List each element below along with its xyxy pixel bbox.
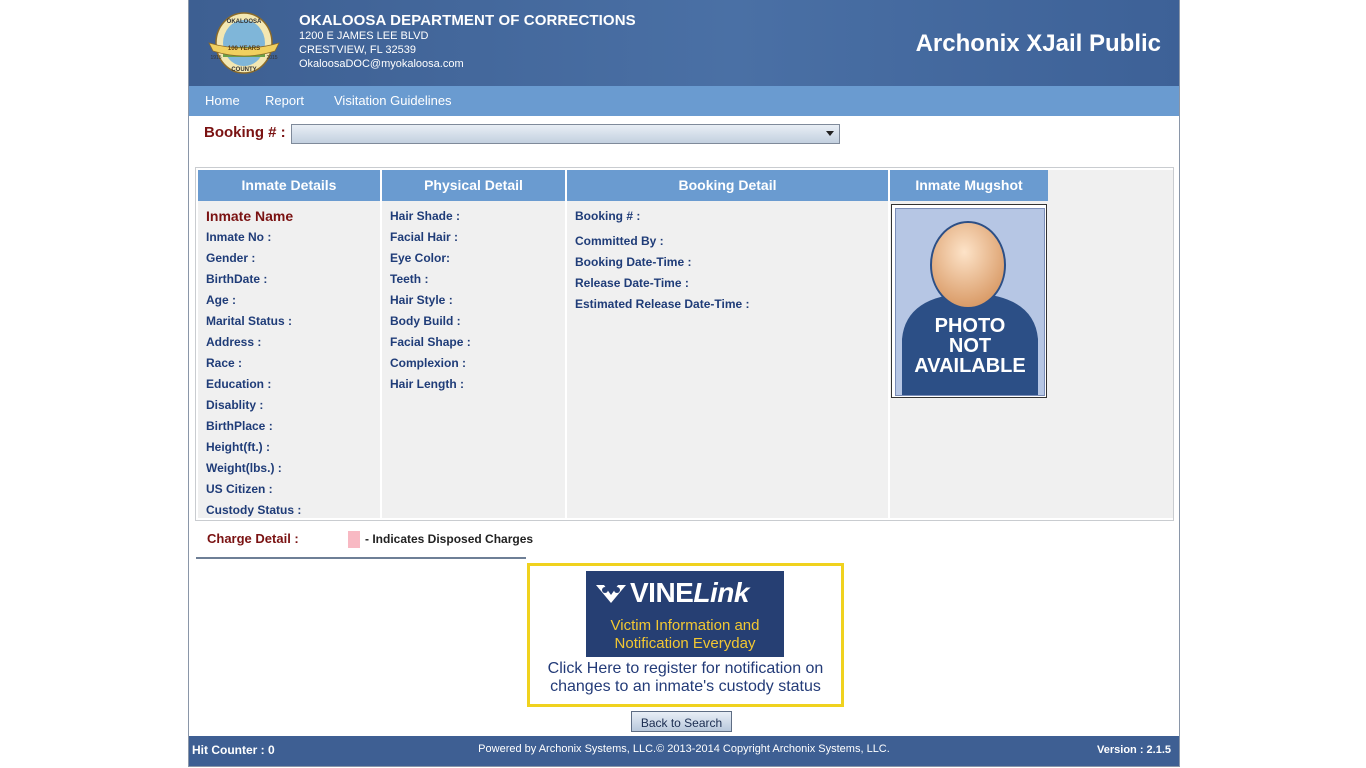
nav-bar: Home Report Visitation Guidelines: [189, 86, 1179, 116]
inmate-detail-field: Inmate No :: [206, 230, 272, 244]
inmate-details-heading: Inmate Details: [198, 170, 380, 201]
org-name: OKALOOSA DEPARTMENT OF CORRECTIONS: [299, 12, 636, 29]
physical-detail-field: Facial Shape :: [390, 335, 471, 349]
mugshot-frame: PHOTO NOT AVAILABLE: [891, 204, 1047, 398]
physical-detail-field: Facial Hair :: [390, 230, 459, 244]
disposed-charges-swatch: [348, 531, 360, 548]
physical-detail-heading: Physical Detail: [382, 170, 565, 201]
svg-text:AVAILABLE: AVAILABLE: [914, 355, 1025, 377]
svg-text:100 YEARS: 100 YEARS: [228, 46, 260, 52]
inmate-detail-field: Age :: [206, 293, 236, 307]
person-silhouette-icon: PHOTO NOT AVAILABLE: [902, 221, 1038, 395]
booking-detail-column: Booking Detail Booking # : Committed By …: [567, 170, 888, 518]
page-frame: 100 YEARS OKALOOSA COUNTY 1915 2015 OKAL…: [188, 0, 1180, 767]
charge-detail-label: Charge Detail :: [207, 531, 299, 546]
org-address-line2: CRESTVIEW, FL 32539: [299, 44, 416, 56]
org-address-line1: 1200 E JAMES LEE BLVD: [299, 30, 429, 42]
vine-cta-line-2: changes to an inmate's custody status: [550, 678, 821, 695]
inmate-detail-field: BirthDate :: [206, 272, 268, 286]
physical-detail-field: Body Build :: [390, 314, 461, 328]
vine-register-text: Click Here to register for notification …: [530, 660, 841, 696]
svg-text:PHOTO: PHOTO: [935, 315, 1006, 337]
dropdown-arrow-icon: [826, 131, 834, 136]
booking-detail-field: Release Date-Time :: [575, 276, 689, 290]
physical-detail-fields: Hair Shade : Facial Hair : Eye Color: Teeth…: [382, 201, 565, 396]
charge-divider: [196, 557, 526, 559]
mugshot-column: Inmate Mugshot PHOTO NOT AVAILABLE: [890, 170, 1173, 518]
inmate-detail-field: Gender :: [206, 251, 256, 265]
disposed-charges-legend: - Indicates Disposed Charges: [365, 532, 534, 546]
county-seal-logo: 100 YEARS OKALOOSA COUNTY 1915 2015: [208, 12, 280, 74]
inmate-detail-field: Disablity :: [206, 398, 264, 412]
app-title: Archonix XJail Public: [915, 30, 1161, 57]
photo-not-available-image: PHOTO NOT AVAILABLE: [895, 208, 1045, 396]
physical-detail-field: Hair Shade :: [390, 209, 461, 223]
nav-visitation-link[interactable]: Visitation Guidelines: [334, 93, 452, 108]
inmate-detail-field: Address :: [206, 335, 262, 349]
vine-shield-icon: [596, 585, 626, 603]
vinelink-banner[interactable]: VINELink Victim Information and Notifica…: [527, 563, 844, 707]
booking-detail-list: Committed By : Booking Date-Time : Release…: [575, 232, 888, 316]
vinelink-wordmark: VINELink: [630, 577, 749, 609]
inmate-detail-field: Marital Status :: [206, 314, 293, 328]
svg-text:COUNTY: COUNTY: [231, 67, 256, 73]
svg-text:2015: 2015: [266, 55, 277, 61]
booking-number-label: Booking # :: [204, 124, 286, 141]
inmate-detail-field: US Citizen :: [206, 482, 273, 496]
inmate-detail-field: BirthPlace :: [206, 419, 273, 433]
vine-tagline-2: Notification Everyday: [614, 635, 756, 652]
svg-text:NOT: NOT: [949, 335, 991, 357]
physical-detail-field: Teeth :: [390, 272, 429, 286]
inmate-detail-field: Education :: [206, 377, 272, 391]
mugshot-heading: Inmate Mugshot: [890, 170, 1048, 201]
booking-detail-field: Booking Date-Time :: [575, 255, 692, 269]
physical-detail-column: Physical Detail Hair Shade : Facial Hair …: [382, 170, 565, 518]
vine-word: VINE: [630, 577, 694, 608]
vine-cta-line-1: Click Here to register for notification …: [547, 660, 824, 677]
inmate-detail-field: Weight(lbs.) :: [206, 461, 282, 475]
booking-number-dropdown[interactable]: [291, 124, 840, 144]
inmate-detail-field: Custody Status :: [206, 503, 302, 517]
svg-text:1915: 1915: [210, 55, 221, 61]
booking-detail-fields: Booking # : Committed By : Booking Date-T…: [567, 201, 888, 316]
vine-tagline-1: Victim Information and: [610, 617, 760, 634]
physical-detail-field: Complexion :: [390, 356, 467, 370]
booking-detail-heading: Booking Detail: [567, 170, 888, 201]
inmate-info-panel: Inmate Details Inmate Name Inmate No : Ge…: [195, 167, 1174, 521]
nav-home-link[interactable]: Home: [205, 93, 240, 108]
physical-detail-field: Eye Color:: [390, 251, 451, 265]
powered-by-text: Powered by Archonix Systems, LLC.© 2013-…: [478, 743, 890, 755]
booking-detail-field: Estimated Release Date-Time :: [575, 297, 750, 311]
inmate-detail-field: Race :: [206, 356, 243, 370]
inmate-detail-field: Height(ft.) :: [206, 440, 270, 454]
inmate-details-column: Inmate Details Inmate Name Inmate No : Ge…: [198, 170, 380, 518]
inmate-details-fields: Inmate Name Inmate No : Gender : BirthDate…: [198, 201, 380, 522]
booking-detail-field: Committed By :: [575, 234, 664, 248]
footer: Hit Counter : 0 Powered by Archonix Syst…: [189, 736, 1179, 766]
svg-text:OKALOOSA: OKALOOSA: [227, 19, 262, 25]
version-text: Version : 2.1.5: [1097, 744, 1171, 756]
back-to-search-button[interactable]: Back to Search: [631, 711, 732, 732]
physical-detail-field: Hair Length :: [390, 377, 464, 391]
physical-detail-field: Hair Style :: [390, 293, 453, 307]
vinelink-logo: VINELink Victim Information and Notifica…: [586, 571, 784, 657]
org-email: OkaloosaDOC@myokaloosa.com: [299, 58, 464, 70]
inmate-name-label: Inmate Name: [206, 208, 294, 224]
booking-detail-booking-no: Booking # :: [575, 209, 641, 223]
header: 100 YEARS OKALOOSA COUNTY 1915 2015 OKAL…: [189, 0, 1179, 86]
nav-report-link[interactable]: Report: [265, 93, 304, 108]
link-word: Link: [693, 577, 749, 608]
org-info: OKALOOSA DEPARTMENT OF CORRECTIONS 1200 …: [299, 12, 636, 71]
